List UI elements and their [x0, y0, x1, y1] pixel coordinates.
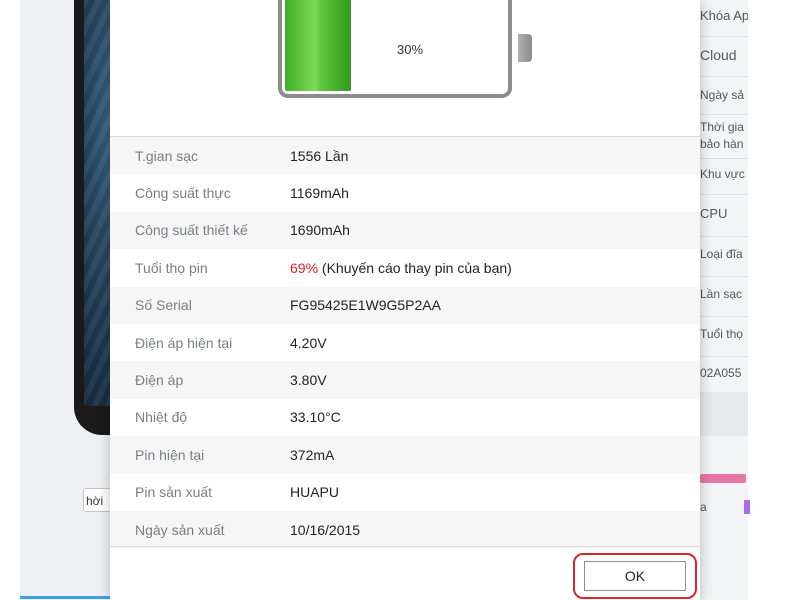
right-panel-item: Loại đĩa	[700, 247, 743, 261]
divider	[696, 316, 748, 317]
divider	[696, 114, 748, 115]
table-row: Điện áp 3.80V	[110, 361, 700, 399]
table-row: Công suất thực 1169mAh	[110, 174, 700, 212]
right-panel-item: Tuổi thọ	[700, 327, 743, 341]
battery-graphic-area: 30%	[110, 0, 700, 136]
battery-level-fill	[285, 0, 351, 91]
row-value-actual-capacity: 1169mAh	[290, 185, 349, 202]
row-label-battery-health: Tuổi thọ pin	[135, 259, 208, 276]
row-label-serial: Số Serial	[135, 297, 192, 314]
row-label-charge-cycles: T.gian sạc	[135, 147, 199, 164]
row-label-current: Pin hiện tại	[135, 446, 205, 463]
table-row: Pin hiện tại 372mA	[110, 436, 700, 474]
row-value-battery-health: 69% (Khuyến cáo thay pin của bạn)	[290, 260, 512, 276]
divider	[696, 356, 748, 357]
battery-info-dialog: 30% T.gian sạc 1556 Lần Công suất thực 1…	[110, 0, 700, 600]
table-row: T.gian sạc 1556 Lần	[110, 137, 700, 175]
right-panel-item: bảo hàn	[700, 137, 744, 151]
divider	[696, 158, 748, 159]
row-label-current-voltage: Điện áp hiện tại	[135, 334, 233, 351]
row-label-manufacture-date: Ngày sản xuất	[135, 521, 225, 538]
table-row: Ngày sản xuất 10/16/2015	[110, 510, 700, 549]
row-value-charge-cycles: 1556 Lần	[290, 147, 349, 164]
right-panel-item: 02A055	[700, 366, 742, 380]
divider	[110, 546, 700, 547]
table-row: Công suất thiết kế 1690mAh	[110, 211, 700, 250]
battery-health-percent: 69%	[290, 259, 319, 276]
legend-swatch	[744, 500, 750, 514]
battery-tip-icon	[518, 34, 532, 62]
divider	[696, 194, 748, 195]
right-panel-item: Thời gia	[700, 120, 744, 134]
table-row: Nhiệt độ 33.10°C	[110, 398, 700, 437]
table-row: Pin sản xuất HUAPU	[110, 473, 700, 511]
row-value-temperature: 33.10°C	[290, 409, 341, 426]
row-value-voltage: 3.80V	[290, 372, 327, 389]
right-panel-item: Khóa Ap	[700, 8, 748, 23]
table-row: Tuổi thọ pin 69% (Khuyến cáo thay pin củ…	[110, 249, 700, 287]
row-value-current-voltage: 4.20V	[290, 334, 327, 351]
row-label-voltage: Điện áp	[135, 372, 184, 389]
row-value-serial: FG95425E1W9G5P2AA	[290, 297, 441, 314]
row-label-design-capacity: Công suất thiết kế	[135, 222, 248, 239]
storage-bar-segment	[700, 474, 746, 483]
divider	[696, 236, 748, 237]
battery-percent-label: 30%	[396, 42, 424, 57]
row-value-design-capacity: 1690mAh	[290, 222, 350, 239]
row-value-current: 372mA	[290, 446, 335, 463]
divider	[696, 276, 748, 277]
table-row: Số Serial FG95425E1W9G5P2AA	[110, 286, 700, 324]
right-panel-item: Cloud	[700, 47, 737, 63]
right-panel-item: Lần sạc	[700, 287, 743, 301]
row-value-manufacturer: HUAPU	[290, 484, 340, 501]
row-label-actual-capacity: Công suất thực	[135, 185, 231, 202]
ok-button[interactable]: OK	[584, 561, 686, 591]
battery-health-advice: (Khuyến cáo thay pin của bạn)	[318, 259, 512, 276]
right-panel-block	[696, 392, 748, 436]
right-panel-item: Khu vực	[700, 167, 745, 181]
right-panel-item: Ngày sả	[700, 88, 745, 102]
divider	[696, 76, 748, 77]
table-row: Điện áp hiện tại 4.20V	[110, 323, 700, 362]
legend-label: a	[700, 500, 707, 514]
right-panel-item: CPU	[700, 206, 728, 221]
row-label-manufacturer: Pin sản xuất	[135, 484, 213, 501]
row-label-temperature: Nhiệt độ	[135, 409, 188, 426]
battery-info-table: T.gian sạc 1556 Lần Công suất thực 1169m…	[110, 137, 700, 549]
row-value-manufacture-date: 10/16/2015	[290, 521, 361, 538]
divider	[696, 36, 748, 37]
